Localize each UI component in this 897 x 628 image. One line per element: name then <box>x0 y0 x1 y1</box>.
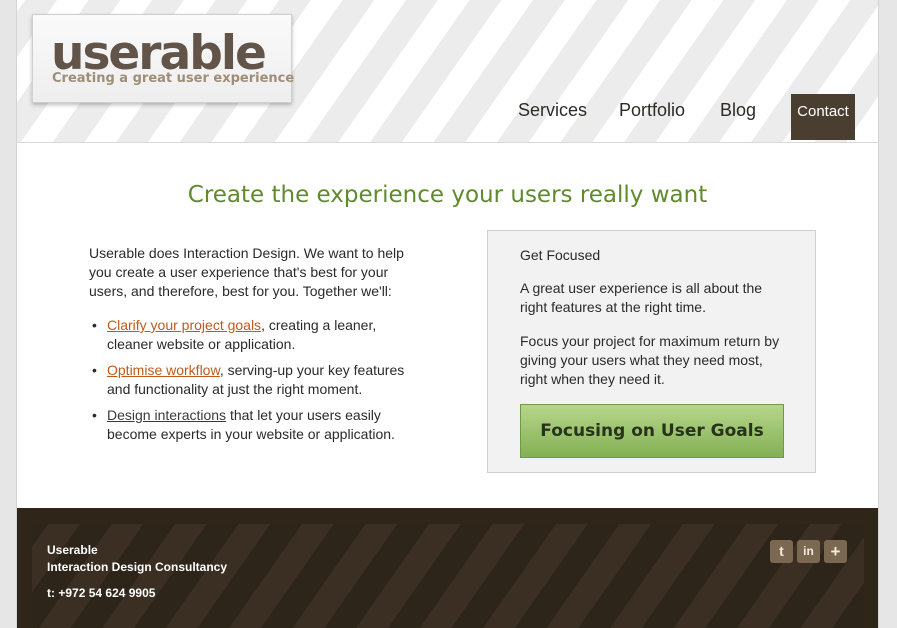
footer-panel: Userable Interaction Design Consultancy … <box>32 524 864 628</box>
list-item: Optimise workflow, serving-up your key f… <box>89 361 419 399</box>
footer: Userable Interaction Design Consultancy … <box>17 508 878 628</box>
panel-title: Get Focused <box>520 247 601 263</box>
footer-company: Userable <box>47 543 98 557</box>
intro-paragraph: Userable does Interaction Design. We wan… <box>89 245 404 299</box>
list-item: Design interactions that let your users … <box>89 406 419 444</box>
nav-blog[interactable]: Blog <box>720 100 756 121</box>
nav-services[interactable]: Services <box>518 100 587 121</box>
nav-portfolio[interactable]: Portfolio <box>619 100 685 121</box>
twitter-icon[interactable]: t <box>770 540 793 563</box>
nav-contact[interactable]: Contact <box>791 94 855 140</box>
plus-icon[interactable]: + <box>824 540 847 563</box>
linkedin-icon[interactable]: in <box>797 540 820 563</box>
phone-label: t: <box>47 586 55 600</box>
optimise-workflow-link[interactable]: Optimise workflow <box>107 362 220 378</box>
footer-subtitle: Interaction Design Consultancy <box>47 560 228 574</box>
panel-paragraph-1: A great user experience is all about the… <box>520 280 763 315</box>
design-interactions-link[interactable]: Design interactions <box>107 407 226 423</box>
clarify-goals-link[interactable]: Clarify your project goals <box>107 317 261 333</box>
main-nav: Services Portfolio Blog Contact <box>17 0 878 142</box>
footer-phone: t: +972 54 624 9905 <box>47 586 155 600</box>
page-headline: Create the experience your users really … <box>187 182 708 208</box>
page: userable Creating a great user experienc… <box>16 0 879 628</box>
phone-number[interactable]: +972 54 624 9905 <box>58 586 155 600</box>
header: userable Creating a great user experienc… <box>17 0 878 143</box>
focusing-on-user-goals-button[interactable]: Focusing on User Goals <box>520 404 784 458</box>
list-item: Clarify your project goals, creating a l… <box>89 316 419 354</box>
feature-list: Clarify your project goals, creating a l… <box>89 316 419 451</box>
get-focused-panel: Get Focused A great user experience is a… <box>487 230 816 473</box>
panel-paragraph-2: Focus your project for maximum return by… <box>520 333 780 387</box>
